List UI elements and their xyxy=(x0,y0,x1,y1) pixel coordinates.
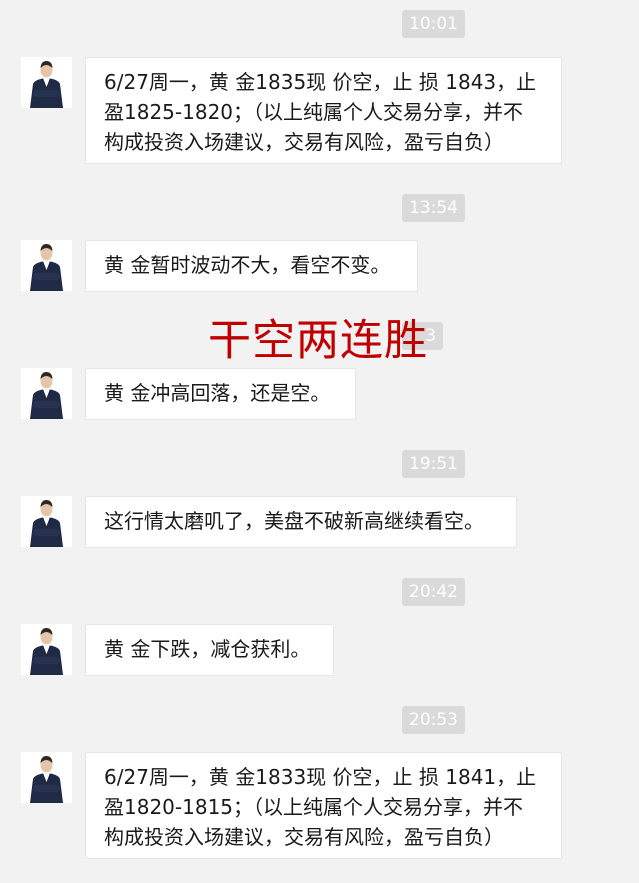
timestamp: 20:53 xyxy=(402,706,465,734)
message-bubble[interactable]: 这行情太磨叽了，美盘不破新高继续看空。 xyxy=(85,496,517,548)
avatar-icon[interactable] xyxy=(21,624,72,675)
message-bubble[interactable]: 6/27周一，黄 金1835现 价空，止 损 1843，止 盈1825-1820… xyxy=(85,57,562,164)
timestamp: 19:51 xyxy=(402,450,465,478)
timestamp: 13:54 xyxy=(402,194,465,222)
avatar-icon[interactable] xyxy=(21,57,72,108)
avatar-icon[interactable] xyxy=(21,240,72,291)
message-bubble[interactable]: 黄 金下跌，减仓获利。 xyxy=(85,624,334,676)
message-bubble[interactable]: 6/27周一，黄 金1833现 价空，止 损 1841，止 盈1820-1815… xyxy=(85,752,562,859)
message-bubble[interactable]: 黄 金冲高回落，还是空。 xyxy=(85,368,356,420)
avatar-icon[interactable] xyxy=(21,496,72,547)
overlay-caption: 干空两连胜 xyxy=(208,316,428,366)
avatar-icon[interactable] xyxy=(21,368,72,419)
timestamp: 20:42 xyxy=(402,578,465,606)
message-bubble[interactable]: 黄 金暂时波动不大，看空不变。 xyxy=(85,240,418,292)
timestamp: 10:01 xyxy=(402,10,465,38)
avatar-icon[interactable] xyxy=(21,752,72,803)
